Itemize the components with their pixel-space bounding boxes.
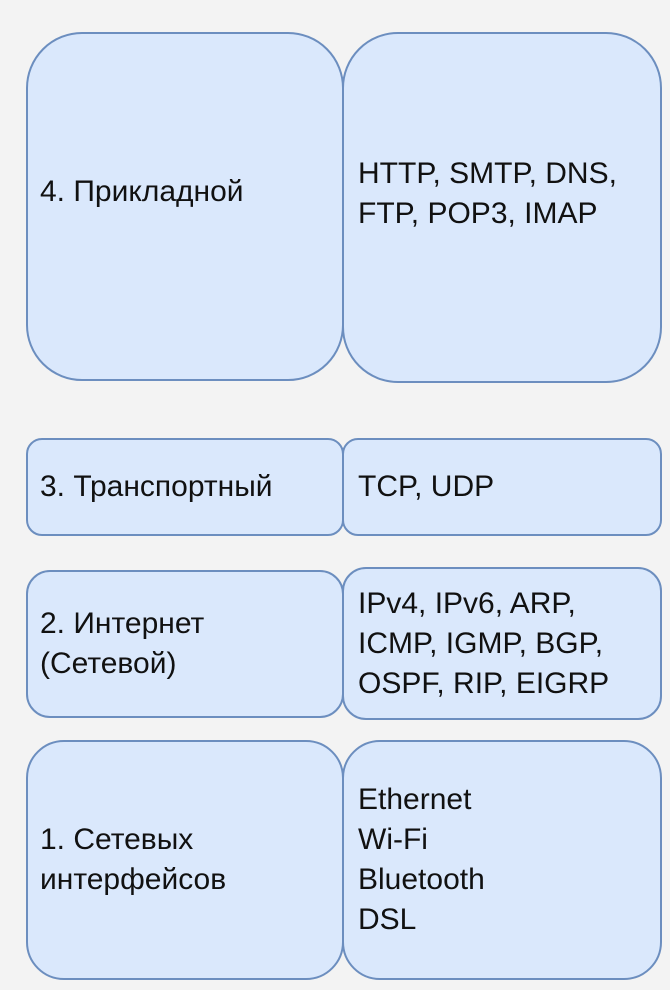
layer-4-name: 4. Прикладной — [40, 174, 244, 208]
layer-3-protocols: TCP, UDP — [358, 470, 495, 503]
layer-3-protocols-box: TCP, UDP — [342, 438, 662, 536]
layer-4-protocols: HTTP, SMTP, DNS, FTP, POP3, IMAP — [358, 156, 617, 230]
layer-1-protocols-box: Ethernet Wi-Fi Bluetooth DSL — [342, 740, 662, 980]
layer-4-protocols-box: HTTP, SMTP, DNS, FTP, POP3, IMAP — [342, 32, 662, 383]
layer-3-name-box: 3. Транспортный — [26, 438, 344, 536]
layer-1-name: 1. Сетевых интерфейсов — [40, 823, 227, 896]
layer-2-name: 2. Интернет (Сетевой) — [40, 607, 205, 680]
layer-2-name-box: 2. Интернет (Сетевой) — [26, 570, 344, 718]
layer-1-name-box: 1. Сетевых интерфейсов — [26, 740, 344, 980]
layer-4-name-box: 4. Прикладной — [26, 32, 344, 381]
layer-2-protocols: IPv4, IPv6, ARP, ICMP, IGMP, BGP, OSPF, … — [358, 586, 610, 700]
tcpip-layer-diagram: 4. Прикладной HTTP, SMTP, DNS, FTP, POP3… — [0, 0, 670, 990]
layer-3-name: 3. Транспортный — [40, 470, 273, 503]
layer-2-protocols-box: IPv4, IPv6, ARP, ICMP, IGMP, BGP, OSPF, … — [342, 567, 662, 720]
layer-1-protocols: Ethernet Wi-Fi Bluetooth DSL — [358, 783, 485, 936]
